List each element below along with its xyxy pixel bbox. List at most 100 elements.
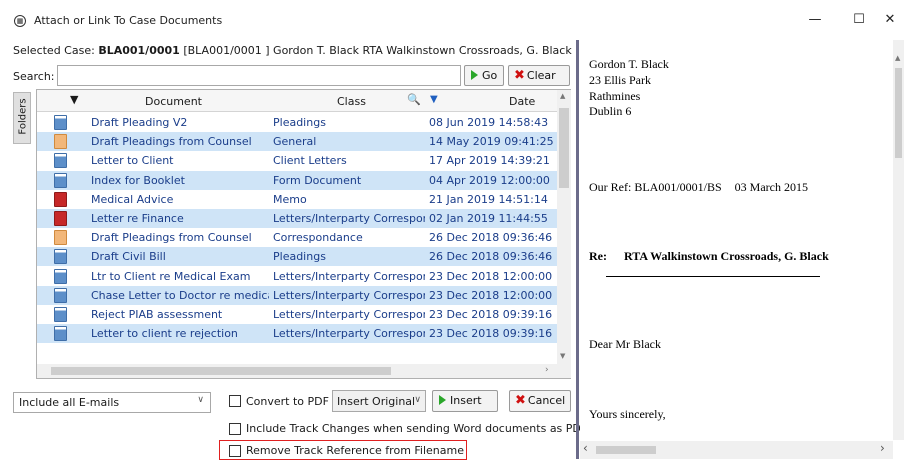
- table-row[interactable]: Index for Booklet Form Document 04 Apr 201…: [37, 170, 557, 190]
- date-cell: 26 Dec 2018 09:36:46: [429, 231, 553, 245]
- insert-button[interactable]: Insert: [432, 390, 498, 412]
- filter-icon[interactable]: ▼: [70, 93, 78, 106]
- document-cell: Draft Pleadings from Counsel: [91, 135, 252, 149]
- red-x-icon: ✖: [514, 68, 525, 83]
- table-row[interactable]: Letter to client re rejection Letters/Int…: [37, 324, 557, 344]
- selected-case-label: Selected Case:: [13, 44, 95, 57]
- address-line: Dublin 6: [589, 104, 632, 118]
- re-text: RTA Walkinstown Crossroads, G. Black: [624, 249, 829, 263]
- memo-icon: [54, 211, 67, 226]
- class-cell: Letters/Interparty Correspon: [273, 327, 425, 341]
- class-cell: Memo: [273, 192, 307, 206]
- panel-splitter[interactable]: [576, 40, 579, 459]
- search-input[interactable]: [57, 65, 461, 86]
- date-cell: 17 Apr 2019 14:39:21: [429, 154, 550, 168]
- word-doc-icon: [54, 287, 67, 303]
- search-label: Search:: [13, 70, 55, 83]
- class-cell: Pleadings: [273, 250, 326, 264]
- table-row[interactable]: Letter re Finance Letters/Interparty Corr…: [37, 209, 557, 228]
- scroll-left-icon[interactable]: ‹: [583, 441, 588, 455]
- preview-horizontal-scrollbar[interactable]: ‹ ›: [580, 441, 893, 459]
- date-cell: 23 Dec 2018 12:00:00: [429, 269, 553, 283]
- underline-divider: [606, 276, 820, 277]
- table-row[interactable]: Medical Advice Memo 21 Jan 2019 14:51:14: [37, 190, 557, 209]
- word-doc-icon: [54, 249, 67, 265]
- class-cell: Letters/Interparty Correspon: [273, 269, 425, 283]
- selected-case-id: BLA001/0001: [98, 44, 180, 57]
- document-cell: Draft Pleadings from Counsel: [91, 231, 252, 245]
- minimize-button[interactable]: —: [792, 8, 838, 32]
- date-cell: 23 Dec 2018 09:39:16: [429, 308, 553, 321]
- folders-tab-label: Folders: [17, 98, 29, 135]
- class-cell: Letters/Interparty Correspon: [273, 212, 425, 225]
- our-ref: Our Ref: BLA001/0001/BS 03 March 2015: [589, 180, 808, 195]
- grid-vertical-scrollbar[interactable]: ▲ ▼: [557, 90, 571, 378]
- scroll-down-icon[interactable]: ▼: [560, 352, 565, 360]
- table-row[interactable]: Draft Pleading V2 Pleadings 08 Jun 2019 14…: [37, 113, 557, 132]
- sort-desc-icon[interactable]: ▼: [430, 94, 438, 105]
- scroll-up-icon[interactable]: ▲: [560, 92, 565, 100]
- email-filter-value: Include all E-mails: [19, 396, 120, 409]
- grid-header: ▼ Document Class 🔍 ▼ Date: [37, 90, 557, 112]
- column-header-document[interactable]: Document: [145, 95, 202, 108]
- chevron-down-icon: ∨: [197, 395, 204, 405]
- clear-label: Clear: [526, 69, 556, 82]
- table-row[interactable]: Chase Letter to Doctor re medica Letters/…: [37, 285, 557, 305]
- grid-horizontal-scrollbar[interactable]: ›: [37, 364, 557, 378]
- window-title: Attach or Link To Case Documents: [34, 14, 223, 27]
- email-filter-select[interactable]: Include all E-mails ∨: [13, 392, 211, 413]
- date-cell: 21 Jan 2019 14:51:14: [429, 192, 548, 206]
- go-button[interactable]: Go: [464, 65, 504, 86]
- class-cell: Letters/Interparty Correspon: [273, 308, 425, 321]
- class-cell: General: [273, 135, 317, 149]
- scroll-thumb[interactable]: [51, 367, 391, 375]
- document-cell: Medical Advice: [91, 192, 174, 206]
- chevron-down-icon: ∨: [414, 395, 421, 405]
- date-cell: 23 Dec 2018 09:39:16: [429, 327, 553, 341]
- selected-case-detail: [BLA001/0001 ] Gordon T. Black RTA Walki…: [183, 44, 572, 57]
- table-row[interactable]: Letter to Client Client Letters 17 Apr 201…: [37, 151, 557, 170]
- table-row[interactable]: Draft Civil Bill Pleadings 26 Dec 2018 09:…: [37, 247, 557, 267]
- insert-mode-select[interactable]: Insert Original ∨: [332, 390, 426, 412]
- column-header-class[interactable]: Class: [337, 95, 366, 108]
- letter-date: 03 March 2015: [734, 180, 808, 194]
- date-cell: 26 Dec 2018 09:36:46: [429, 250, 553, 264]
- table-row[interactable]: Draft Pleadings from Counsel General 14 Ma…: [37, 132, 557, 152]
- closing: Yours sincerely,: [589, 407, 666, 421]
- cancel-button[interactable]: ✖ Cancel: [509, 390, 571, 412]
- address-line: Rathmines: [589, 89, 641, 103]
- scroll-thumb[interactable]: [559, 108, 569, 188]
- address-line: 23 Ellis Park: [589, 73, 651, 87]
- scroll-thumb[interactable]: [596, 446, 656, 454]
- preview-vertical-scrollbar[interactable]: ▲: [893, 40, 904, 440]
- search-icon[interactable]: 🔍: [407, 93, 421, 106]
- table-row[interactable]: Ltr to Client re Medical Exam Letters/Int…: [37, 267, 557, 286]
- red-x-icon: ✖: [515, 393, 526, 408]
- note-icon: [54, 230, 67, 246]
- address-line: Gordon T. Black: [589, 57, 669, 71]
- play-icon: [439, 395, 446, 405]
- class-cell: Correspondance: [273, 231, 363, 245]
- close-button[interactable]: ✕: [876, 8, 904, 32]
- scroll-thumb[interactable]: [895, 68, 902, 158]
- our-ref-text: Our Ref: BLA001/0001/BS: [589, 180, 722, 194]
- documents-grid[interactable]: ▼ Document Class 🔍 ▼ Date Draft Pleading…: [36, 89, 571, 379]
- table-row[interactable]: Draft Pleadings from Counsel Correspondan…: [37, 228, 557, 247]
- convert-pdf-checkbox[interactable]: [229, 395, 241, 407]
- word-doc-icon: [54, 268, 67, 284]
- re-line: Re: RTA Walkinstown Crossroads, G. Black: [589, 249, 829, 264]
- table-row[interactable]: Reject PIAB assessment Letters/Interparty…: [37, 305, 557, 324]
- clear-button[interactable]: ✖ Clear: [508, 65, 570, 86]
- date-cell: 23 Dec 2018 12:00:00: [429, 288, 553, 302]
- track-changes-checkbox[interactable]: [229, 423, 241, 435]
- insert-label: Insert: [450, 394, 482, 407]
- remove-track-checkbox[interactable]: [229, 445, 241, 457]
- date-cell: 02 Jan 2019 11:44:55: [429, 212, 548, 225]
- scroll-right-icon[interactable]: ›: [880, 441, 885, 455]
- column-header-date[interactable]: Date: [509, 95, 535, 108]
- class-cell: Form Document: [273, 173, 362, 187]
- scroll-up-icon[interactable]: ▲: [895, 54, 900, 62]
- word-doc-icon: [54, 307, 67, 322]
- scroll-right-icon[interactable]: ›: [545, 365, 549, 375]
- folders-tab[interactable]: Folders: [13, 92, 31, 144]
